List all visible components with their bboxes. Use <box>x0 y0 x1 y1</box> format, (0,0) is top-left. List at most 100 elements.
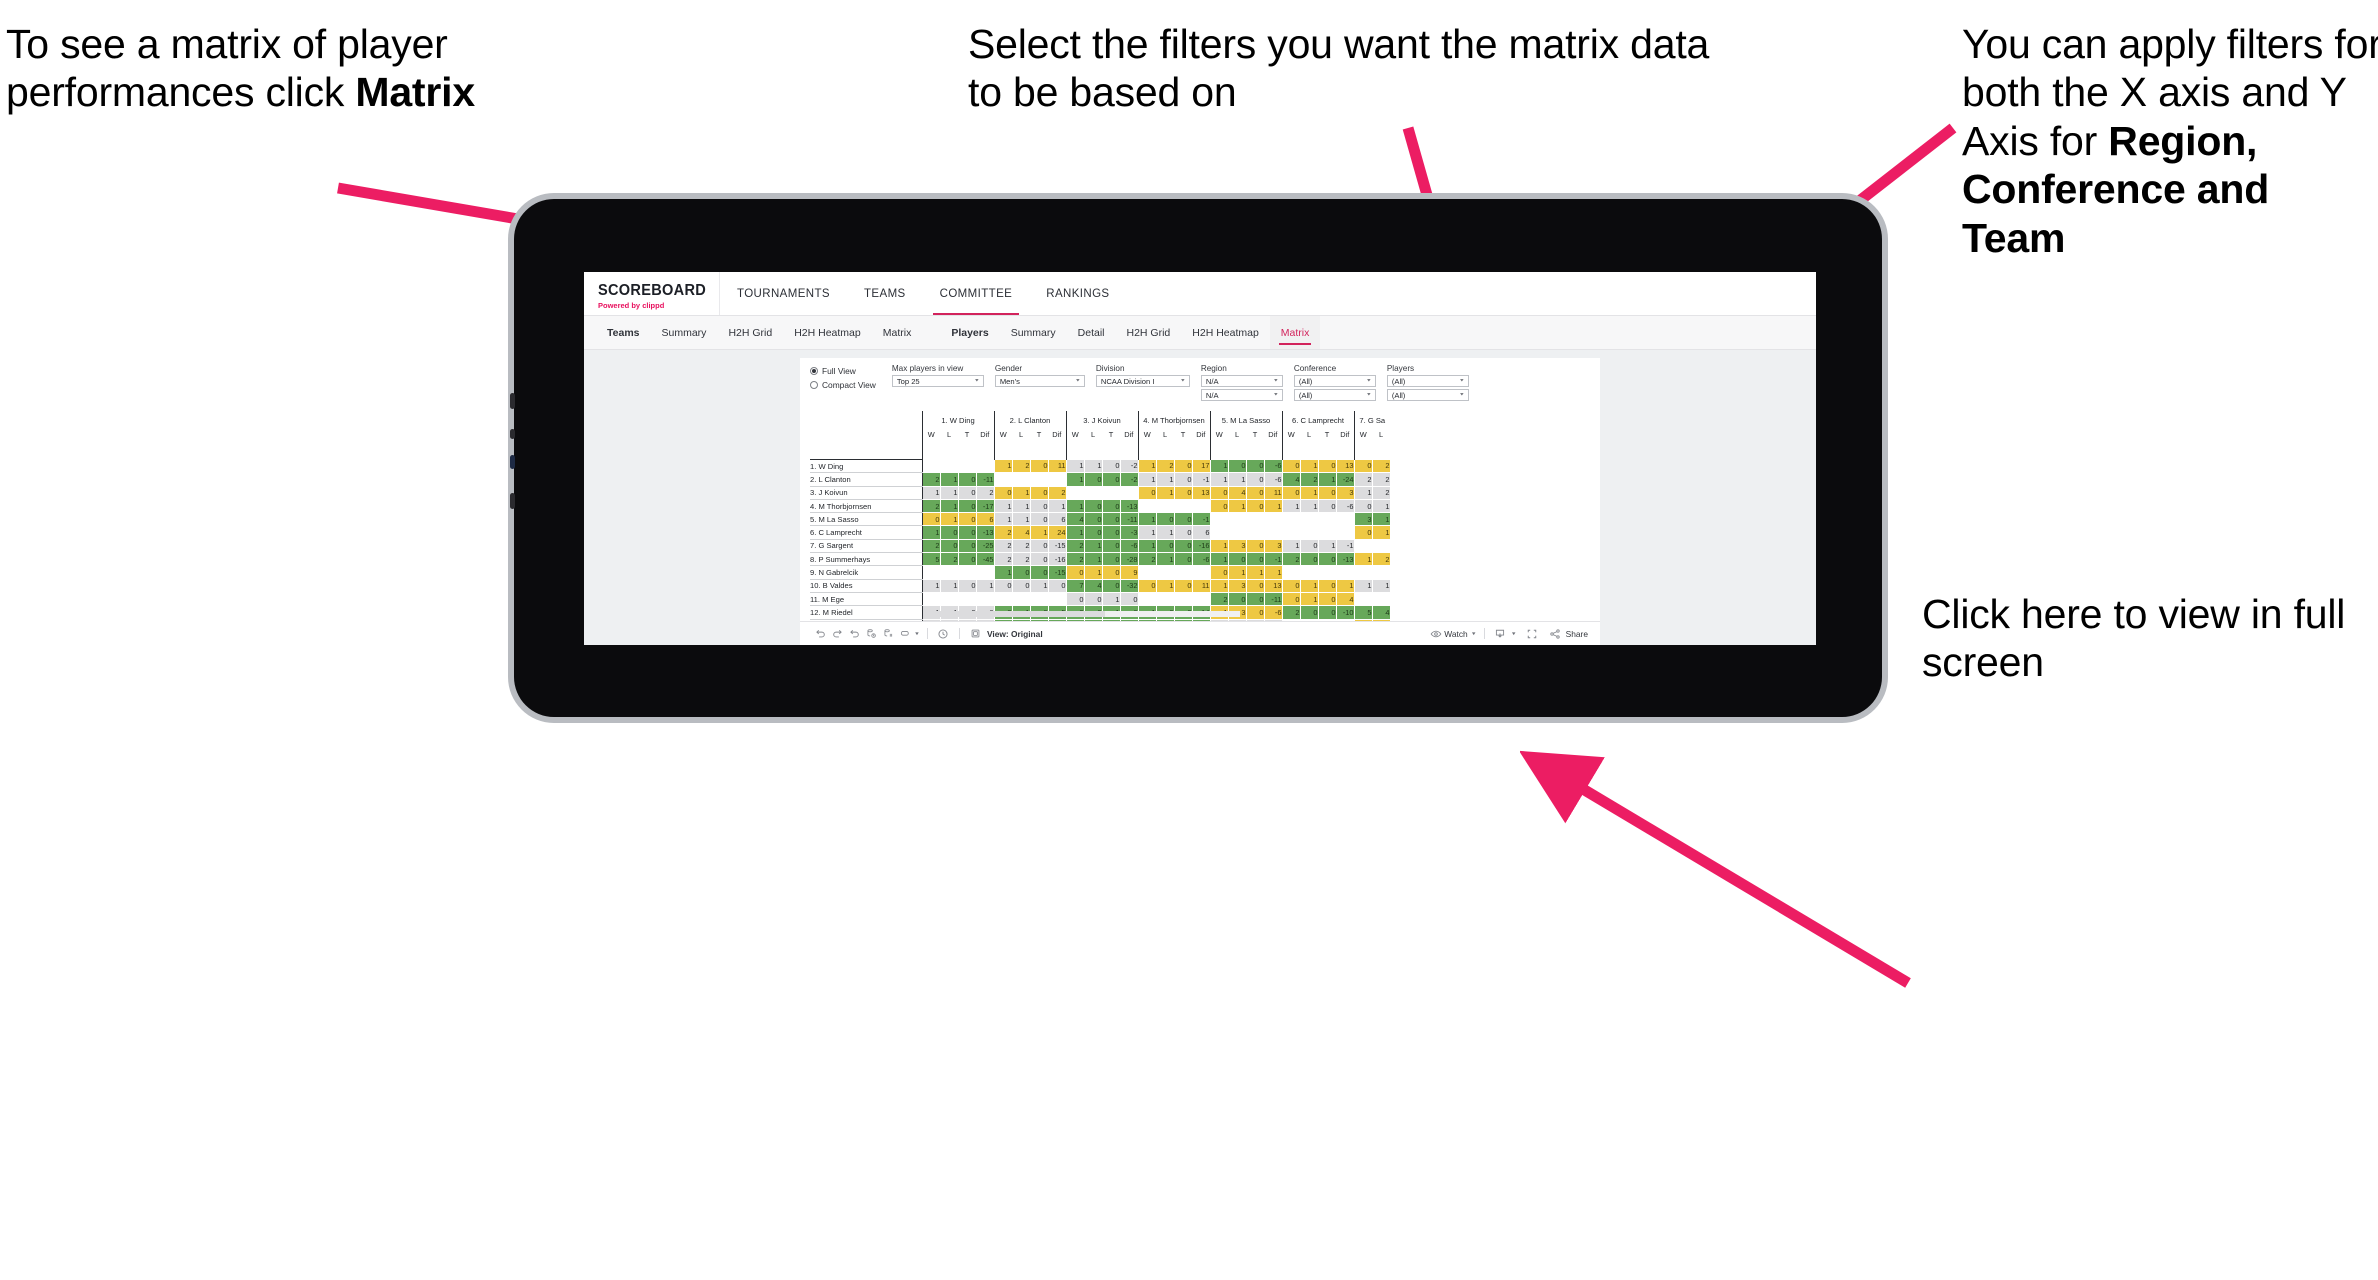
matrix-cell[interactable]: 0 <box>958 499 977 514</box>
matrix-cell[interactable]: 1 <box>1353 579 1373 593</box>
sub-nav-teams-label[interactable]: Teams <box>596 316 651 349</box>
matrix-cell[interactable] <box>976 592 995 607</box>
matrix-cell[interactable]: 2 <box>1209 619 1229 621</box>
matrix-cell[interactable]: 0 <box>1156 512 1175 527</box>
matrix-cell[interactable] <box>1137 592 1157 607</box>
matrix-cell[interactable] <box>1246 512 1265 527</box>
matrix-cell[interactable]: 0 <box>1318 605 1337 620</box>
matrix-cell[interactable]: 1 <box>1318 472 1337 487</box>
table-row[interactable]: 4. M Thorbjornsen 2 1 0 -17 1 1 0 1 1 0 0 -13 0 1 0 1 1 1 0… <box>810 499 1391 514</box>
matrix-cell[interactable]: 1 <box>1300 592 1319 607</box>
matrix-cell[interactable]: 0 <box>1030 512 1049 527</box>
matrix-cell[interactable]: 1 <box>1372 579 1391 593</box>
matrix-cell[interactable]: 0 <box>1318 552 1337 567</box>
matrix-cell[interactable]: 1 <box>1137 459 1157 474</box>
matrix-cell[interactable]: 0 <box>1281 459 1301 474</box>
matrix-cell[interactable]: 0 <box>1174 525 1193 540</box>
share-icon[interactable] <box>1547 625 1564 642</box>
matrix-cell[interactable]: 0 <box>1030 459 1049 474</box>
matrix-cell[interactable]: 1 <box>1065 472 1085 487</box>
matrix-cell[interactable]: -28 <box>1120 552 1139 567</box>
matrix-cell[interactable]: 0 <box>1228 459 1247 474</box>
matrix-cell[interactable]: 6 <box>976 512 995 527</box>
matrix-cell[interactable]: 1 <box>1065 619 1085 621</box>
matrix-cell[interactable] <box>1318 619 1337 621</box>
matrix-cell[interactable]: 2 <box>1281 552 1301 567</box>
filter-region-y-select[interactable]: N/A ▼ <box>1200 389 1283 402</box>
matrix-cell[interactable] <box>1137 499 1157 514</box>
matrix-cell[interactable] <box>1318 512 1337 527</box>
matrix-cell[interactable] <box>1300 565 1319 580</box>
matrix-cell[interactable]: 1 <box>1137 512 1157 527</box>
matrix-cell[interactable]: 0 <box>1246 499 1265 514</box>
matrix-cell[interactable]: 1 <box>1318 539 1337 554</box>
matrix-column-header[interactable]: 5. M La Sasso <box>1209 411 1282 426</box>
matrix-cell[interactable]: 1 <box>921 525 941 540</box>
matrix-cell[interactable]: 0 <box>1030 539 1049 554</box>
matrix-cell[interactable]: 2 <box>1372 552 1391 567</box>
sub-nav-teams-summary[interactable]: Summary <box>651 316 718 349</box>
sub-nav-teams-h2h-grid[interactable]: H2H Grid <box>717 316 783 349</box>
matrix-cell[interactable]: 1 <box>1264 565 1283 580</box>
matrix-cell[interactable]: -6 <box>1264 605 1283 620</box>
matrix-cell[interactable] <box>1300 525 1319 540</box>
brand-logo[interactable]: SCOREBOARD Powered by clippd <box>584 272 720 315</box>
matrix-cell[interactable]: 0 <box>1228 592 1247 607</box>
matrix-cell[interactable]: 13 <box>1264 579 1283 593</box>
matrix-cell[interactable]: 11 <box>1264 486 1283 500</box>
matrix-cell[interactable]: 0 <box>1353 459 1373 474</box>
matrix-cell[interactable]: 0 <box>1281 592 1301 607</box>
matrix-cell[interactable]: 1 <box>1372 525 1391 540</box>
matrix-cell[interactable]: 2 <box>1012 539 1031 554</box>
matrix-cell[interactable]: 0 <box>1102 499 1121 514</box>
matrix-cell[interactable] <box>1372 565 1391 580</box>
matrix-cell[interactable]: 0 <box>1300 552 1319 567</box>
matrix-cell[interactable]: 0 <box>958 486 977 500</box>
history-icon[interactable] <box>935 625 952 642</box>
matrix-cell[interactable]: 1 <box>921 579 941 593</box>
matrix-cell[interactable]: -1 <box>1264 552 1283 567</box>
matrix-cell[interactable]: 0 <box>1246 472 1265 487</box>
matrix-cell[interactable]: 1 <box>1084 552 1103 567</box>
matrix-cell[interactable]: 2 <box>921 539 941 554</box>
matrix-cell[interactable] <box>1281 565 1301 580</box>
sub-nav-players-h2h-heatmap[interactable]: H2H Heatmap <box>1181 316 1270 349</box>
matrix-cell[interactable]: 1 <box>1065 525 1085 540</box>
matrix-cell[interactable]: 0 <box>1300 605 1319 620</box>
matrix-cell[interactable] <box>1065 486 1085 500</box>
matrix-cell[interactable]: -1 <box>1336 539 1355 554</box>
matrix-row-label[interactable]: 6. C Lamprecht <box>810 525 922 540</box>
matrix-cell[interactable] <box>1102 486 1121 500</box>
matrix-cell[interactable]: 0 <box>1174 472 1193 487</box>
matrix-cell[interactable]: 1 <box>993 512 1013 527</box>
matrix-cell[interactable]: 1 <box>1209 459 1229 474</box>
matrix-cell[interactable]: 0 <box>1102 512 1121 527</box>
matrix-cell[interactable]: 0 <box>1120 592 1139 607</box>
matrix-cell[interactable]: 1 <box>1281 539 1301 554</box>
matrix-cell[interactable]: 0 <box>1030 499 1049 514</box>
matrix-cell[interactable]: 0 <box>1246 486 1265 500</box>
matrix-scrollbar-thumb[interactable] <box>930 611 1105 617</box>
matrix-column-header[interactable]: 6. C Lamprecht <box>1281 411 1354 426</box>
matrix-cell[interactable]: 2 <box>1281 605 1301 620</box>
filter-players-y-select[interactable]: (All) ▼ <box>1386 389 1469 402</box>
matrix-cell[interactable]: 1 <box>1102 592 1121 607</box>
matrix-cell[interactable]: 0 <box>1102 579 1121 593</box>
matrix-cell[interactable]: 5 <box>921 552 941 567</box>
chevron-down-icon[interactable]: ▼ <box>1471 631 1477 636</box>
matrix-column-header[interactable]: 3. J Koivun <box>1065 411 1138 426</box>
matrix-cell[interactable]: -17 <box>976 499 995 514</box>
matrix-cell[interactable]: 11 <box>1192 579 1211 593</box>
matrix-row-label[interactable]: 7. G Sargent <box>810 539 922 554</box>
matrix-cell[interactable]: 1 <box>1137 619 1157 621</box>
matrix-cell[interactable]: 0 <box>1084 499 1103 514</box>
matrix-cell[interactable]: 0 <box>958 579 977 593</box>
filter-region-x-select[interactable]: N/A ▼ <box>1200 375 1283 388</box>
matrix-cell[interactable]: 3 <box>1336 486 1355 500</box>
matrix-cell[interactable] <box>1030 472 1049 487</box>
table-row[interactable]: 5. M La Sasso 0 1 0 6 1 1 0 6 4 0 0 -11 1 0 0 -1 3 1 <box>810 512 1391 527</box>
top-nav-item-tournaments[interactable]: TOURNAMENTS <box>720 272 847 315</box>
download-icon[interactable] <box>1492 625 1509 642</box>
matrix-cell[interactable]: 2 <box>1137 552 1157 567</box>
matrix-cell[interactable] <box>958 592 977 607</box>
